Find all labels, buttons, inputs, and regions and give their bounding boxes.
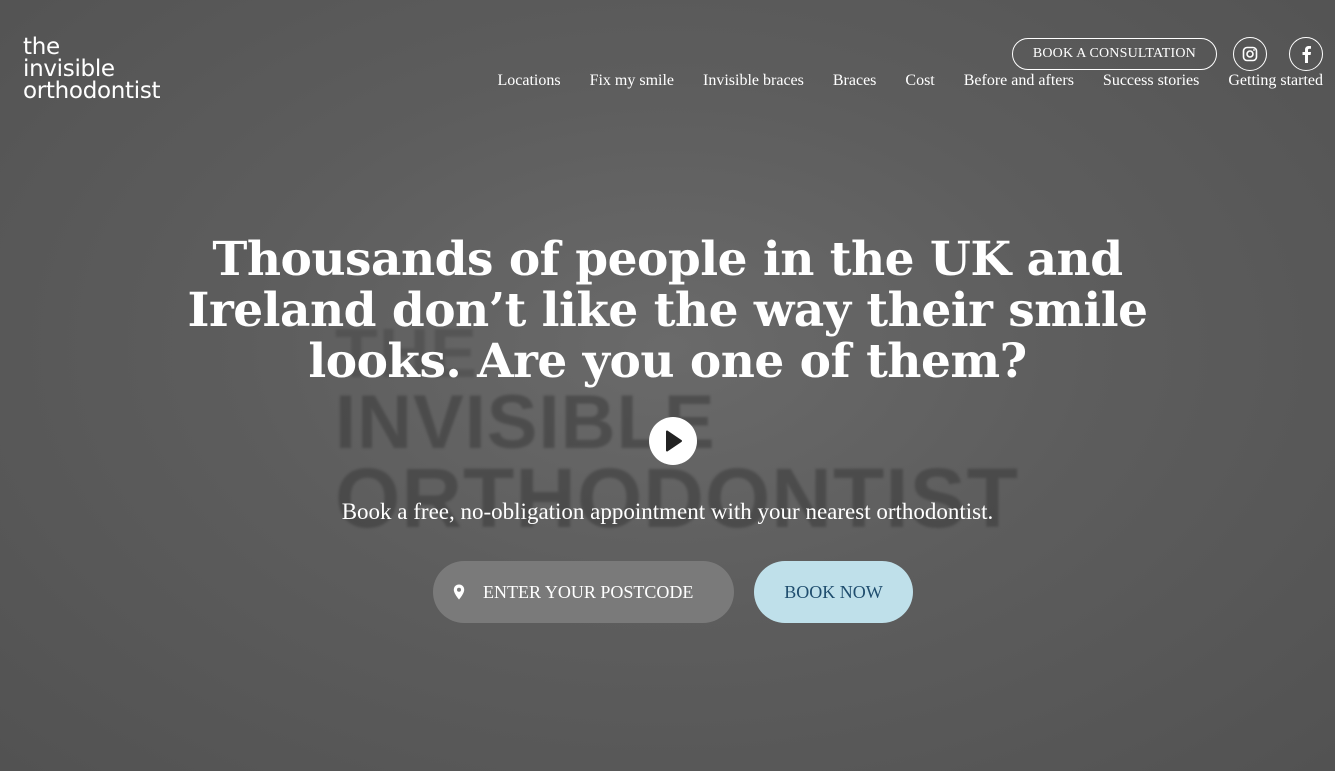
main-nav: Locations Fix my smile Invisible braces … <box>497 72 1323 90</box>
nav-item-before-and-afters[interactable]: Before and afters <box>964 72 1074 90</box>
logo-line-1: the <box>23 34 60 60</box>
nav-item-success-stories[interactable]: Success stories <box>1103 72 1199 90</box>
postcode-field[interactable] <box>433 561 734 623</box>
nav-item-locations[interactable]: Locations <box>497 72 560 90</box>
play-video-button[interactable] <box>649 417 697 465</box>
instagram-icon[interactable] <box>1233 37 1267 71</box>
logo-line-2: invisible <box>23 56 115 82</box>
header-actions: BOOK A CONSULTATION <box>1011 37 1323 71</box>
nav-item-invisible-braces[interactable]: Invisible braces <box>703 72 804 90</box>
logo-line-3: orthodontist <box>23 78 161 104</box>
site-logo[interactable]: the invisible orthodontist <box>23 34 161 104</box>
nav-item-cost[interactable]: Cost <box>905 72 934 90</box>
book-consultation-button[interactable]: BOOK A CONSULTATION <box>1011 38 1217 70</box>
hero-headline: Thousands of people in the UK and Irelan… <box>187 232 1148 389</box>
hero-subtext: Book a free, no-obligation appointment w… <box>341 499 994 524</box>
postcode-input[interactable] <box>481 580 725 604</box>
facebook-icon[interactable] <box>1289 37 1323 71</box>
play-icon <box>666 430 682 452</box>
nav-item-fix-my-smile[interactable]: Fix my smile <box>590 72 674 90</box>
nav-item-getting-started[interactable]: Getting started <box>1228 72 1323 90</box>
book-now-button[interactable]: BOOK NOW <box>754 561 913 623</box>
nav-item-braces[interactable]: Braces <box>833 72 877 90</box>
location-pin-icon <box>453 584 465 600</box>
